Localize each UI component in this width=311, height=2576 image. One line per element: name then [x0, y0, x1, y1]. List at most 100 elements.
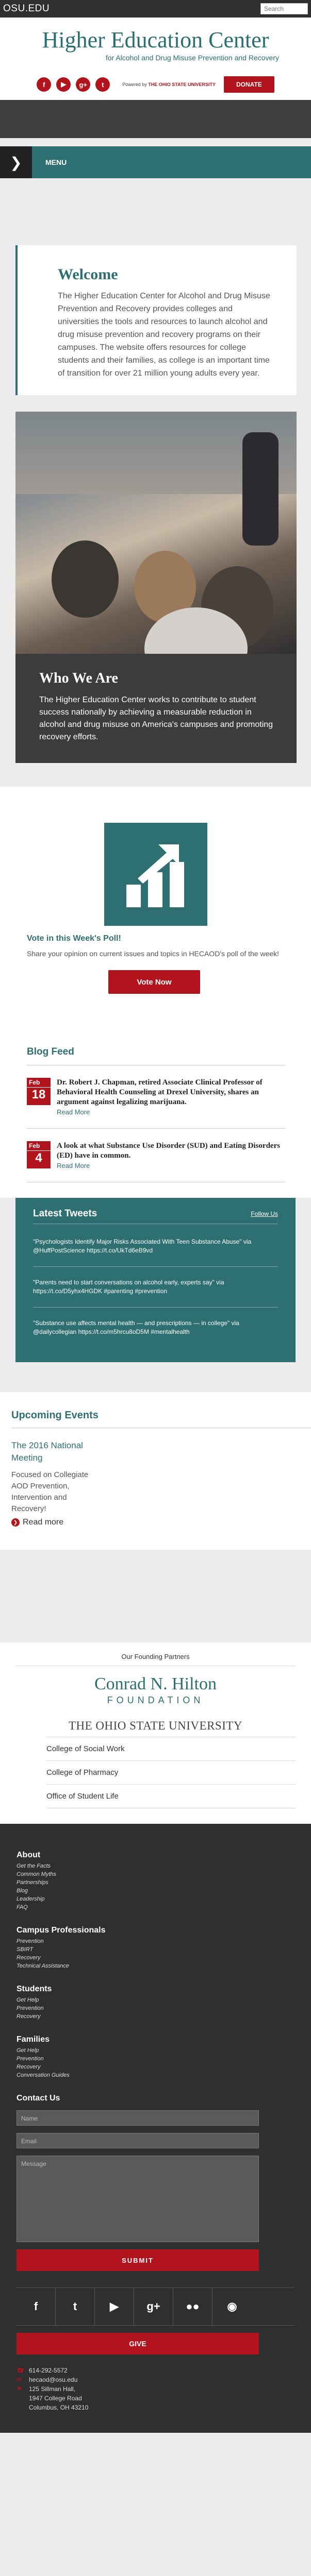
- osu-suffix: .EDU: [25, 3, 50, 14]
- tweet[interactable]: "Parents need to start conversations on …: [33, 1267, 278, 1308]
- partner-link[interactable]: College of Pharmacy: [46, 1761, 296, 1785]
- post-title[interactable]: Dr. Robert J. Chapman, retired Associate…: [57, 1078, 285, 1107]
- event-read-more[interactable]: ❯ Read more: [11, 1518, 311, 1527]
- site-header: Higher Education Center for Alcohol and …: [0, 18, 311, 69]
- footer-link[interactable]: Get the Facts: [17, 1862, 294, 1870]
- contact-info: ☎ ✉ ⚑ 614-292-5572 hecaod@osu.edu 125 Sill…: [17, 2366, 294, 2412]
- menu-arrow-icon[interactable]: ❯: [0, 146, 32, 178]
- tweets-title: Latest Tweets: [33, 1208, 97, 1219]
- follow-us-link[interactable]: Follow Us: [251, 1210, 278, 1217]
- hilton-logo[interactable]: Conrad N. Hilton: [0, 1675, 311, 1693]
- footer-section-title[interactable]: About: [17, 1851, 294, 1860]
- date-badge: Feb 4: [27, 1141, 51, 1170]
- footer-section-title[interactable]: Campus Professionals: [17, 1926, 294, 1935]
- give-button[interactable]: GIVE: [17, 2333, 259, 2354]
- footer-section-title[interactable]: Students: [17, 1985, 294, 1994]
- footer-link[interactable]: Conversation Guides: [17, 2071, 294, 2079]
- powered-org: THE OHIO STATE UNIVERSITY: [148, 82, 216, 87]
- message-field[interactable]: Message: [17, 2156, 259, 2242]
- youtube-icon[interactable]: ▶: [95, 2288, 134, 2325]
- founding-partners: Our Founding Partners Conrad N. Hilton F…: [0, 1642, 311, 1824]
- google-plus-icon[interactable]: g+: [134, 2288, 173, 2325]
- footer-link[interactable]: FAQ: [17, 1903, 294, 1911]
- date-badge: Feb 18: [27, 1078, 51, 1116]
- phone[interactable]: 614-292-5572: [29, 2366, 88, 2375]
- powered-by: Powered by THE OHIO STATE UNIVERSITY: [122, 82, 216, 87]
- blog-title: Blog Feed: [27, 1046, 285, 1065]
- donate-button[interactable]: DONATE: [223, 76, 274, 93]
- twitter-icon[interactable]: t: [95, 77, 110, 92]
- search-input[interactable]: [260, 3, 308, 14]
- osu-logo-link[interactable]: OSU.EDU: [3, 3, 50, 14]
- footer-section-title[interactable]: Families: [17, 2035, 294, 2044]
- date-month: Feb: [27, 1141, 51, 1150]
- footer-link[interactable]: Recovery: [17, 2063, 294, 2071]
- address-line: Columbus, OH 43210: [29, 2404, 89, 2411]
- tweet[interactable]: "Substance use affects mental health — a…: [33, 1308, 278, 1348]
- powered-label: Powered by: [122, 82, 147, 87]
- footer-link[interactable]: Prevention: [17, 2055, 294, 2063]
- hilton-foundation: FOUNDATION: [107, 1695, 204, 1705]
- osu-partner-logo[interactable]: THE OHIO STATE UNIVERSITY: [0, 1719, 311, 1733]
- top-bar: OSU.EDU: [0, 0, 311, 18]
- event-title[interactable]: The 2016 National Meeting: [11, 1439, 94, 1464]
- welcome-title: Welcome: [58, 266, 118, 283]
- partner-link[interactable]: College of Social Work: [46, 1737, 296, 1761]
- read-more-link[interactable]: Read More: [57, 1108, 285, 1116]
- email-field[interactable]: Email: [17, 2133, 259, 2148]
- youtube-icon[interactable]: ▶: [56, 77, 71, 92]
- footer-link[interactable]: Prevention: [17, 2004, 294, 2012]
- facebook-icon[interactable]: f: [17, 2288, 56, 2325]
- email[interactable]: hecaod@osu.edu: [29, 2375, 88, 2384]
- address-line: 125 Sillman Hall,: [29, 2385, 76, 2393]
- site-title[interactable]: Higher Education Center: [0, 29, 311, 52]
- site-subtitle: for Alcohol and Drug Misuse Prevention a…: [105, 54, 279, 62]
- name-field[interactable]: Name: [17, 2110, 259, 2126]
- read-more-link[interactable]: Read More: [57, 1162, 285, 1170]
- submit-button[interactable]: SUBMIT: [17, 2249, 259, 2271]
- address-line: 1947 College Road: [29, 2395, 82, 2402]
- blog-feed: Blog Feed Feb 18 Dr. Robert J. Chapman, r…: [0, 1020, 311, 1198]
- header-band: [0, 100, 311, 138]
- footer-link[interactable]: Partnerships: [17, 1878, 294, 1887]
- footer-link[interactable]: SBIRT: [17, 1945, 294, 1954]
- contact-icons: ☎ ✉ ⚑: [17, 2367, 24, 2393]
- footer-link[interactable]: Technical Assistance: [17, 1962, 294, 1970]
- footer-link[interactable]: Leadership: [17, 1895, 294, 1903]
- partner-link[interactable]: Office of Student Life: [46, 1785, 296, 1808]
- upcoming-events: Upcoming Events The 2016 National Meetin…: [0, 1392, 311, 1550]
- footer-social-row: f t ▶ g+ ●● ◉: [17, 2287, 294, 2326]
- who-text: The Higher Education Center works to con…: [39, 696, 273, 741]
- footer-link[interactable]: Prevention: [17, 1937, 294, 1945]
- google-plus-icon[interactable]: g+: [76, 77, 91, 92]
- poll-title[interactable]: Vote in this Week's Poll!: [27, 934, 311, 943]
- twitter-icon[interactable]: t: [56, 2288, 95, 2325]
- footer-link[interactable]: Blog: [17, 1887, 294, 1895]
- welcome-text: The Higher Education Center for Alcohol …: [58, 292, 270, 378]
- menu-bar[interactable]: ❯ MENU: [0, 146, 311, 178]
- footer-link[interactable]: Get Help: [17, 1996, 294, 2004]
- osu-text: OSU: [3, 3, 25, 14]
- date-day: 18: [27, 1087, 51, 1105]
- footer-link[interactable]: Recovery: [17, 1954, 294, 1962]
- who-we-are-section: Who We Are The Higher Education Center w…: [15, 654, 297, 763]
- post-title[interactable]: A look at what Substance Use Disorder (S…: [57, 1141, 285, 1161]
- bar-chart-arrow-icon: [104, 823, 207, 926]
- events-title: Upcoming Events: [11, 1410, 311, 1428]
- welcome-section: Welcome The Higher Education Center for …: [15, 245, 297, 395]
- footer-link[interactable]: Recovery: [17, 2012, 294, 2021]
- vote-now-button[interactable]: Vote Now: [108, 970, 200, 994]
- social-bar: f ▶ g+ t Powered by THE OHIO STATE UNIVE…: [0, 69, 311, 100]
- menu-label[interactable]: MENU: [45, 158, 67, 166]
- contact-title: Contact Us: [17, 2094, 60, 2103]
- facebook-icon[interactable]: f: [37, 77, 52, 92]
- tweet[interactable]: "Psychologists Identify Major Risks Asso…: [33, 1226, 278, 1267]
- event-text: Focused on Collegiate AOD Prevention, In…: [11, 1470, 89, 1513]
- flickr-icon[interactable]: ●●: [173, 2288, 212, 2325]
- rss-icon[interactable]: ◉: [212, 2288, 252, 2325]
- blog-post: Feb 4 A look at what Substance Use Disord…: [27, 1129, 285, 1182]
- footer-link[interactable]: Get Help: [17, 2046, 294, 2055]
- footer-link[interactable]: Common Myths: [17, 1870, 294, 1878]
- footer: About Get the Facts Common Myths Partner…: [0, 1824, 311, 2433]
- tweets-header: Latest Tweets Follow Us: [33, 1208, 278, 1224]
